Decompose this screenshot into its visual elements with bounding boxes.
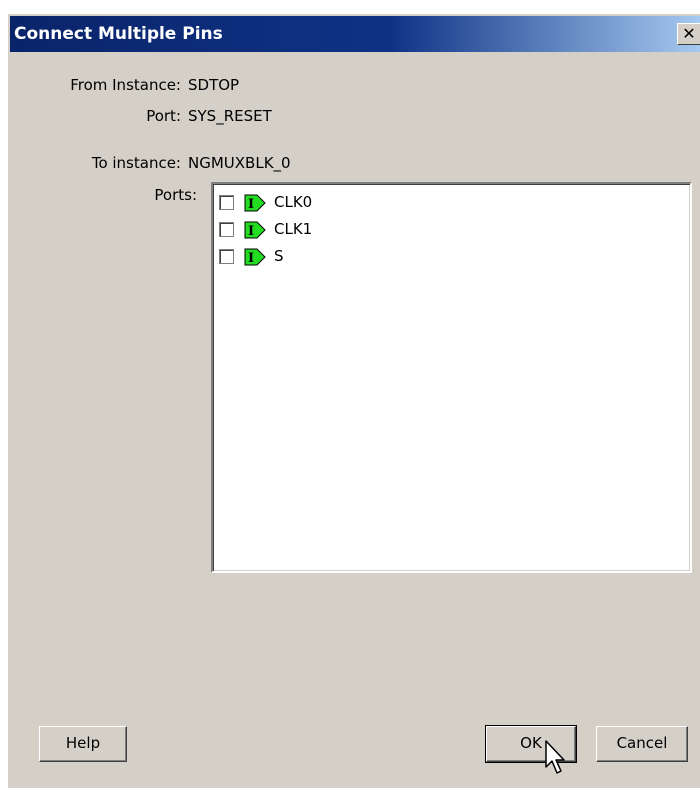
- svg-text:I: I: [248, 251, 254, 266]
- input-pin-icon: I: [244, 221, 266, 239]
- port-checkbox[interactable]: [219, 249, 234, 264]
- connect-multiple-pins-dialog: Connect Multiple Pins ✕ From Instance: S…: [7, 13, 700, 788]
- port-name: CLK0: [274, 193, 313, 211]
- svg-text:I: I: [248, 224, 254, 239]
- port-name: CLK1: [274, 220, 313, 238]
- to-instance-value: NGMUXBLK_0: [188, 154, 291, 172]
- port-checkbox[interactable]: [219, 195, 234, 210]
- cancel-button[interactable]: Cancel: [596, 726, 688, 762]
- ports-label: Ports:: [154, 186, 197, 204]
- from-instance-value: SDTOP: [188, 76, 240, 94]
- mouse-pointer-icon: [545, 740, 565, 774]
- ports-listbox[interactable]: I CLK0 I CLK1 I S: [211, 182, 692, 573]
- help-button[interactable]: Help: [39, 726, 127, 762]
- from-port-label: Port:: [146, 107, 181, 125]
- title-bar[interactable]: Connect Multiple Pins ✕: [10, 16, 700, 52]
- to-instance-label: To instance:: [91, 154, 181, 172]
- input-pin-icon: I: [244, 194, 266, 212]
- svg-text:I: I: [248, 197, 254, 212]
- close-button[interactable]: ✕: [677, 23, 700, 45]
- input-pin-icon: I: [244, 248, 266, 266]
- from-instance-label: From Instance:: [70, 76, 181, 94]
- close-icon: ✕: [682, 24, 696, 43]
- dialog-title: Connect Multiple Pins: [14, 24, 223, 44]
- port-name: S: [274, 247, 284, 265]
- port-checkbox[interactable]: [219, 222, 234, 237]
- from-port-value: SYS_RESET: [188, 107, 272, 125]
